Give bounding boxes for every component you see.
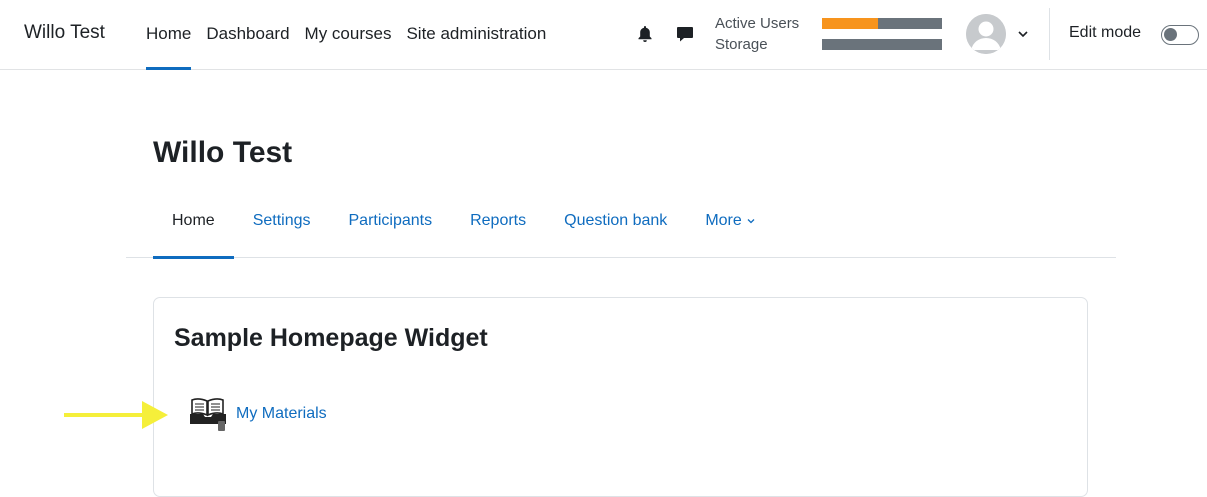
edit-mode-toggle[interactable] xyxy=(1161,25,1199,45)
edit-mode-label: Edit mode xyxy=(1069,24,1142,41)
tab-more-label: More xyxy=(705,212,742,229)
active-users-label: Active Users xyxy=(715,15,800,32)
edit-mode-toggle-knob xyxy=(1164,28,1177,41)
bell-icon[interactable] xyxy=(635,24,655,44)
nav-item-dashboard[interactable]: Dashboard xyxy=(206,0,289,70)
active-users-row: Active Users xyxy=(715,13,942,34)
tab-more[interactable]: More xyxy=(686,196,774,258)
tab-home[interactable]: Home xyxy=(153,196,234,259)
tab-settings[interactable]: Settings xyxy=(234,196,330,258)
annotation-arrow-icon xyxy=(64,401,168,429)
my-materials-label: My Materials xyxy=(236,405,327,422)
nav-item-my-courses[interactable]: My courses xyxy=(305,0,392,70)
storage-bar xyxy=(822,39,942,50)
message-icon[interactable] xyxy=(675,24,695,44)
active-users-bar xyxy=(822,18,942,29)
my-materials-link[interactable]: My Materials xyxy=(188,396,327,432)
site-brand[interactable]: Willo Test xyxy=(24,22,105,44)
chevron-down-icon[interactable] xyxy=(1016,27,1030,41)
primary-nav: Home Dashboard My courses Site administr… xyxy=(146,0,561,70)
navbar-divider xyxy=(1049,8,1050,60)
homepage-widget-card: Sample Homepage Widget My Materials xyxy=(153,297,1088,497)
nav-item-home[interactable]: Home xyxy=(146,0,192,70)
book-icon xyxy=(190,398,226,431)
tab-question-bank[interactable]: Question bank xyxy=(545,196,686,258)
storage-label: Storage xyxy=(715,36,768,53)
chevron-down-icon xyxy=(747,218,755,224)
top-navbar: Willo Test Home Dashboard My courses Sit… xyxy=(0,0,1207,70)
page-title: Willo Test xyxy=(153,136,293,169)
active-users-bar-fill xyxy=(822,18,879,29)
tab-participants[interactable]: Participants xyxy=(330,196,452,258)
nav-item-site-administration[interactable]: Site administration xyxy=(406,0,546,70)
tab-reports[interactable]: Reports xyxy=(451,196,545,258)
user-avatar[interactable] xyxy=(966,14,1006,54)
usage-meters: Active Users Storage xyxy=(715,13,942,55)
storage-row: Storage xyxy=(715,34,942,55)
secondary-nav: Home Settings Participants Reports Quest… xyxy=(126,196,1116,259)
widget-title: Sample Homepage Widget xyxy=(174,324,488,352)
